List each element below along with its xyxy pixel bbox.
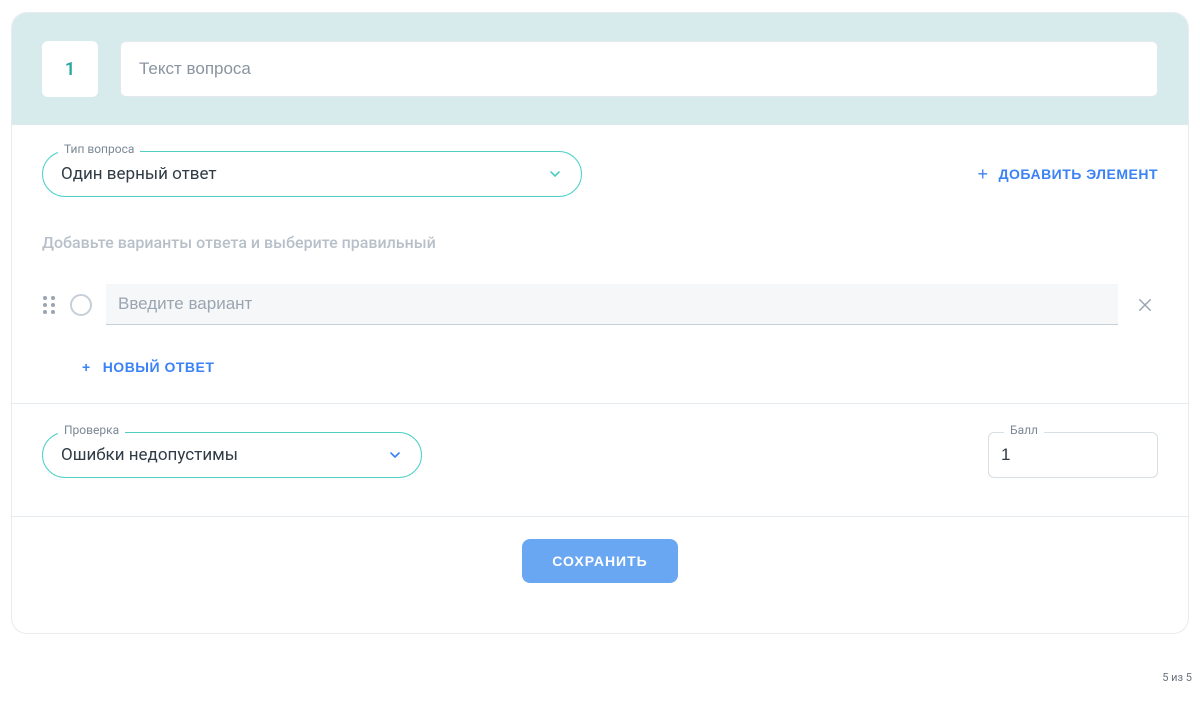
question-number: 1 (65, 59, 75, 80)
answer-variant-input[interactable] (106, 284, 1118, 325)
score-label: Балл (1004, 423, 1044, 437)
page-indicator: 5 из 5 (1162, 671, 1192, 684)
question-number-badge: 1 (42, 41, 98, 97)
type-row: Тип вопроса Один верный ответ + ДОБАВИТЬ… (42, 151, 1158, 197)
score-field: Балл (988, 432, 1158, 478)
question-type-label: Тип вопроса (58, 142, 140, 156)
correct-answer-radio[interactable] (70, 294, 92, 316)
drag-handle-icon[interactable] (42, 295, 56, 315)
new-answer-button[interactable]: + НОВЫЙ ОТВЕТ (82, 359, 214, 375)
question-type-value: Один верный ответ (61, 164, 217, 184)
question-editor-card: 1 Тип вопроса Один верный ответ + ДОБАВИ… (11, 12, 1189, 634)
score-input[interactable] (988, 432, 1158, 478)
divider (12, 403, 1188, 404)
save-button[interactable]: СОХРАНИТЬ (522, 539, 677, 583)
question-type-select[interactable]: Один верный ответ (42, 151, 582, 197)
check-label: Проверка (58, 423, 125, 437)
check-score-row: Проверка Ошибки недопустимы Балл (42, 432, 1158, 478)
new-answer-label: НОВЫЙ ОТВЕТ (103, 359, 215, 375)
question-header: 1 (12, 13, 1188, 125)
plus-icon: + (82, 359, 91, 375)
check-field: Проверка Ошибки недопустимы (42, 432, 422, 478)
question-type-field: Тип вопроса Один верный ответ (42, 151, 582, 197)
plus-icon: + (978, 164, 989, 185)
add-element-button[interactable]: + ДОБАВИТЬ ЭЛЕМЕНТ (978, 164, 1158, 185)
footer: СОХРАНИТЬ (42, 517, 1158, 611)
answers-hint: Добавьте варианты ответа и выберите прав… (42, 233, 1158, 252)
answer-row (42, 284, 1158, 325)
question-text-input[interactable] (120, 41, 1158, 97)
check-select[interactable]: Ошибки недопустимы (42, 432, 422, 478)
remove-answer-button[interactable] (1132, 292, 1158, 318)
chevron-down-icon (387, 447, 403, 463)
check-value: Ошибки недопустимы (61, 445, 238, 465)
add-element-label: ДОБАВИТЬ ЭЛЕМЕНТ (999, 166, 1158, 182)
save-label: СОХРАНИТЬ (552, 553, 647, 569)
question-body: Тип вопроса Один верный ответ + ДОБАВИТЬ… (12, 125, 1188, 633)
chevron-down-icon (547, 166, 563, 182)
